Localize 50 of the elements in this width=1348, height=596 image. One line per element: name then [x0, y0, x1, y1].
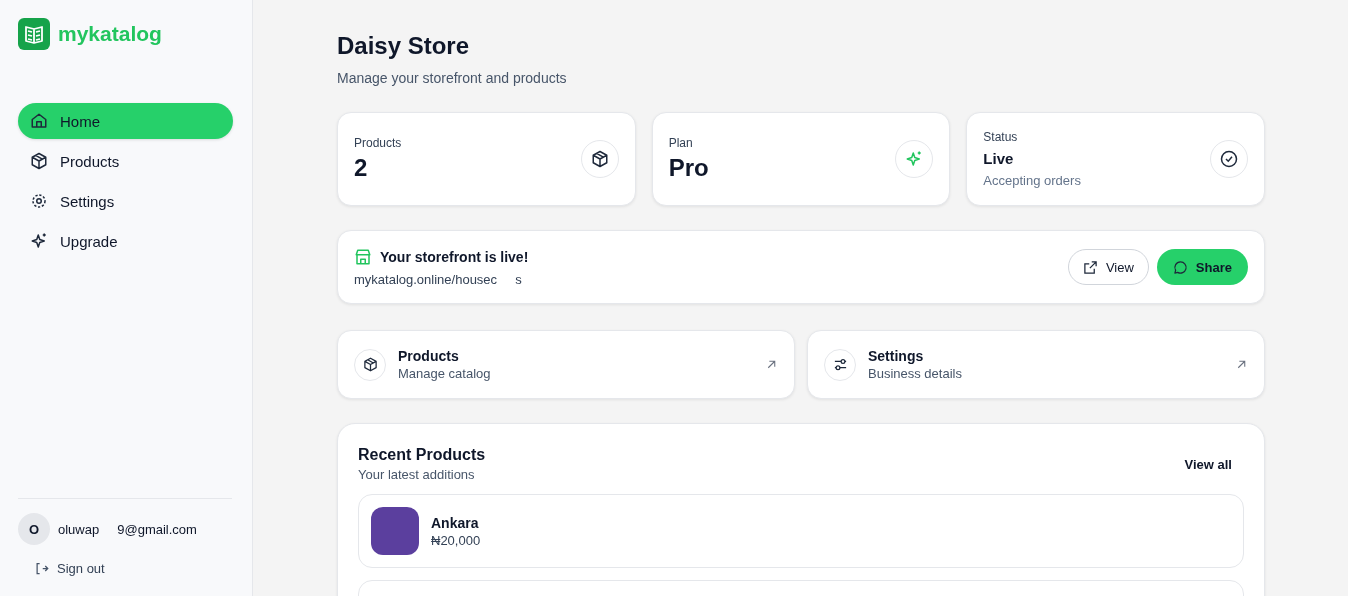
box-icon [590, 150, 609, 168]
check-circle-icon [1220, 150, 1238, 168]
shortcut-title: Products [398, 348, 460, 364]
product-price: ₦20,000 [431, 532, 481, 548]
sparkle-icon [905, 150, 924, 168]
shortcut-subtitle: Business details [868, 366, 963, 381]
sign-out-icon [34, 561, 49, 576]
brand-name: mykatalog [58, 22, 162, 46]
shortcut-title: Settings [868, 348, 925, 364]
page-title: Daisy Store [337, 32, 471, 60]
store-icon [354, 247, 372, 266]
settings-icon [30, 192, 48, 210]
shortcut-card[interactable]: Settings Business details [807, 330, 1265, 399]
view-all-link[interactable]: View all [1184, 456, 1232, 472]
book-logo-icon [18, 18, 50, 50]
nav-item[interactable]: Products [18, 143, 233, 179]
arrow-up-right-icon [765, 358, 778, 371]
shortcut-subtitle: Manage catalog [398, 366, 492, 381]
user-email: oluwap 9@gmail.com [58, 521, 197, 537]
external-link-icon [1082, 259, 1098, 275]
nav-item[interactable]: Settings [18, 183, 233, 219]
photo-placeholder [371, 507, 419, 555]
nav-item[interactable]: Upgrade [18, 223, 233, 259]
view-button[interactable]: View [1067, 249, 1149, 285]
avatar: O [18, 513, 50, 545]
stat-label: Status [983, 130, 1019, 144]
page-subtitle: Manage your storefront and products [337, 70, 568, 86]
section-title: Recent Products [358, 446, 486, 464]
arrow-up-right-icon [1235, 358, 1248, 371]
box-icon [362, 357, 378, 372]
stat-label: Products [354, 136, 402, 150]
status-note: Accepting orders [983, 173, 1081, 188]
chat-bubble-icon [1172, 259, 1188, 275]
sign-out-link[interactable]: Sign out [34, 561, 232, 576]
stat-value: 2 [354, 154, 369, 182]
storefront-url: mykatalog.online/housec s [354, 271, 523, 287]
nav-item[interactable]: Home [18, 103, 233, 139]
stat-value: Live [983, 150, 1015, 167]
box-icon [30, 152, 48, 170]
stat-value: Pro [668, 154, 709, 182]
sliders-icon [832, 357, 848, 372]
product-row[interactable]: Ankara ₦20,000 [358, 494, 1244, 568]
home-icon [30, 112, 48, 130]
share-button[interactable]: Share [1156, 249, 1248, 285]
stat-label: Plan [668, 136, 694, 150]
banner-title: Your storefront is live! [380, 248, 529, 265]
section-subtitle: Your latest additions [358, 467, 476, 482]
shortcut-card[interactable]: Products Manage catalog [337, 330, 795, 399]
sparkle-icon [30, 232, 48, 250]
product-name: Ankara [431, 514, 480, 531]
